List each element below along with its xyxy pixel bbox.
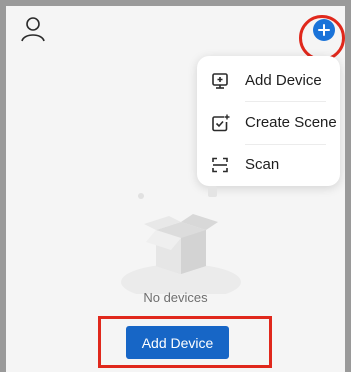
menu-item-label: Add Device xyxy=(245,72,322,89)
profile-icon[interactable] xyxy=(20,15,46,43)
add-menu: Add Device Create Scene Scan xyxy=(197,56,340,186)
empty-box-illustration xyxy=(116,184,246,300)
empty-state-text: No devices xyxy=(143,290,208,305)
add-device-icon xyxy=(210,71,230,91)
add-button-highlight xyxy=(299,15,345,61)
menu-item-label: Create Scene xyxy=(245,114,337,131)
add-device-button-highlight xyxy=(98,316,272,368)
menu-item-label: Scan xyxy=(245,156,280,173)
menu-item-create-scene[interactable]: Create Scene xyxy=(197,103,340,143)
menu-divider xyxy=(245,101,326,102)
create-scene-icon xyxy=(210,113,230,133)
person-icon xyxy=(21,17,45,42)
menu-item-add-device[interactable]: Add Device xyxy=(197,61,340,101)
scan-icon xyxy=(210,155,230,175)
devices-screen: Add Device Create Scene Scan No devices … xyxy=(6,6,345,372)
menu-item-scan[interactable]: Scan xyxy=(197,145,340,185)
